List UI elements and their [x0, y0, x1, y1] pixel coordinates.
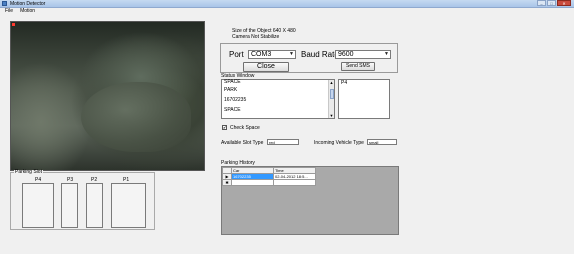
minimize-button[interactable]: –	[537, 0, 546, 6]
camera-feed	[10, 21, 205, 171]
slot-output-item[interactable]: P4	[341, 80, 389, 86]
send-sms-button[interactable]: Send SMS	[341, 62, 375, 71]
car-cell[interactable]	[231, 179, 274, 186]
menu-bar: File Motion	[0, 8, 574, 15]
camera-corner-marker	[12, 23, 15, 26]
status-item[interactable]: PARK	[224, 85, 334, 95]
camera-status-text: Camera Not Stabilize	[232, 34, 280, 40]
maximize-button[interactable]: □	[547, 0, 556, 6]
incoming-vehicle-field[interactable]: small	[367, 139, 397, 145]
baud-rate-select[interactable]: 9600 ▼	[335, 50, 391, 59]
scroll-up-icon[interactable]: ▲	[329, 80, 334, 85]
parking-slot-group: Parking Slot P4 P3 P2 P1	[10, 169, 155, 230]
chevron-down-icon: ▼	[289, 51, 294, 57]
check-space-checkbox[interactable]: ✔	[222, 125, 227, 130]
camera-image-shape	[81, 82, 191, 152]
slot-box-p3	[61, 183, 78, 228]
close-window-button[interactable]: ✕	[557, 0, 571, 6]
port-value: COM3	[251, 51, 272, 58]
check-space-label: Check Space	[230, 125, 260, 131]
parking-slot-legend: Parking Slot	[14, 169, 43, 175]
available-slot-label: Available Slot Type	[221, 140, 264, 146]
port-select[interactable]: COM3 ▼	[248, 50, 296, 59]
table-row[interactable]: ✱	[222, 179, 316, 186]
app-icon	[2, 1, 7, 6]
port-panel: Port COM3 ▼ Baud Rate 9600 ▼ Close Send …	[220, 43, 398, 73]
slot-box-p2	[86, 183, 103, 228]
slot-output-list[interactable]: P4	[338, 79, 390, 119]
close-port-button[interactable]: Close	[243, 62, 289, 72]
window-title: Motion Detector	[10, 1, 46, 7]
parking-history-grid[interactable]: Car Time ▶ 16702235 02-04-2012 18:5... ✱	[221, 166, 399, 235]
menu-file[interactable]: File	[3, 8, 15, 15]
port-label: Port	[229, 50, 244, 59]
available-slot-field[interactable]: red	[267, 139, 299, 145]
title-bar: Motion Detector – □ ✕	[0, 0, 574, 8]
new-row-marker-icon: ✱	[222, 179, 232, 186]
baud-rate-value: 9600	[338, 51, 354, 58]
time-cell[interactable]	[273, 179, 316, 186]
slot-box-p4	[22, 183, 54, 228]
incoming-vehicle-label: Incoming Vehicle Type	[314, 140, 364, 146]
menu-motion[interactable]: Motion	[18, 8, 37, 15]
parking-history-table: Car Time ▶ 16702235 02-04-2012 18:5... ✱	[222, 167, 316, 186]
baud-rate-label: Baud Rate	[301, 50, 339, 59]
chevron-down-icon: ▼	[384, 51, 389, 57]
window-controls: – □ ✕	[536, 0, 571, 7]
status-item[interactable]: SPACE	[224, 105, 334, 115]
slot-box-p1	[111, 183, 146, 228]
status-list[interactable]: SPACE PARK 16702235 SPACE ▲ ▼	[221, 79, 335, 119]
scroll-down-icon[interactable]: ▼	[329, 113, 334, 118]
status-item[interactable]: 16702235	[224, 95, 334, 105]
status-scrollbar[interactable]: ▲ ▼	[328, 80, 334, 118]
scroll-thumb[interactable]	[330, 89, 334, 99]
